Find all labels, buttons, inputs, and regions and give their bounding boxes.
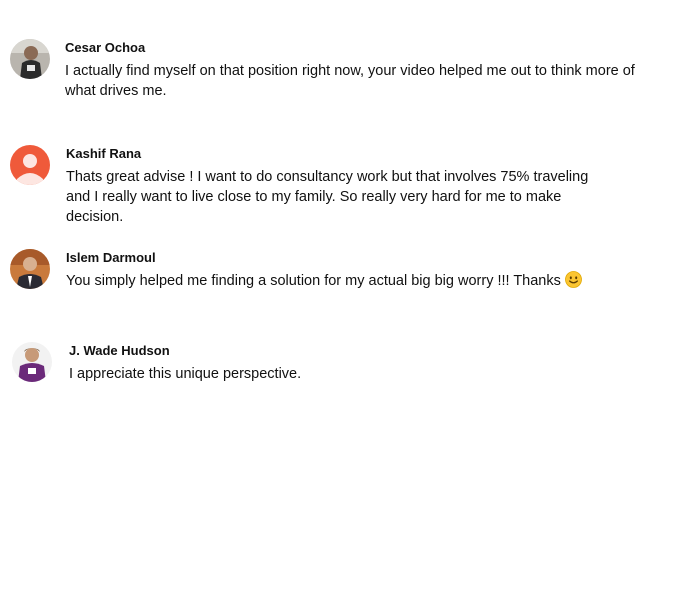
comment-author[interactable]: J. Wade Hudson [69,343,170,358]
user-photo-icon [12,342,52,382]
user-photo-icon [10,249,50,289]
comment-text: You simply helped me finding a solution … [66,271,656,294]
comment-text: I actually find myself on that position … [65,63,635,99]
default-user-icon [10,145,50,185]
smiling-face-icon [564,271,582,294]
avatar[interactable] [10,39,50,79]
comment-text-content: You simply helped me finding a solution … [66,273,561,289]
user-photo-icon [10,39,50,79]
avatar[interactable] [10,145,50,185]
comment-text: I appreciate this unique perspective. [69,366,302,382]
comment-author[interactable]: Kashif Rana [66,146,141,161]
avatar[interactable] [12,342,52,382]
comment-text: Thats great advise ! I want to do consul… [66,169,589,225]
comment-author[interactable]: Cesar Ochoa [65,40,145,55]
avatar[interactable] [10,249,50,289]
comment-author[interactable]: Islem Darmoul [66,250,156,265]
